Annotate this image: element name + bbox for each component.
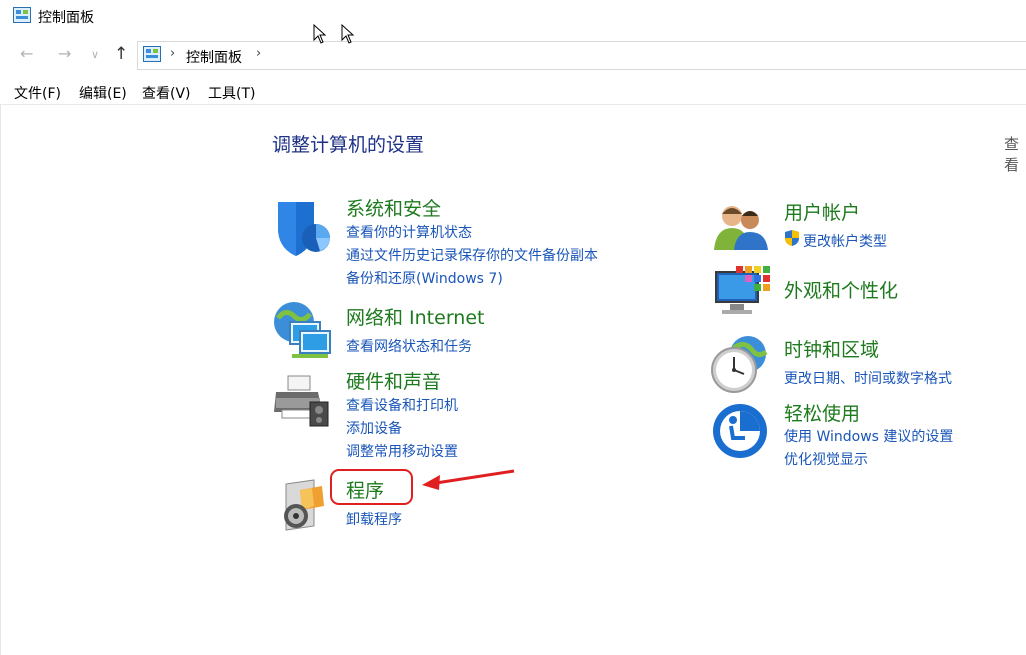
menu-bar: 文件(F) 编辑(E) 查看(V) 工具(T) [0,78,1026,105]
link-recommended-settings[interactable]: 使用 Windows 建议的设置 [784,426,953,446]
mouse-pointer-icon [341,24,355,44]
back-arrow-icon[interactable]: ← [20,44,33,63]
forward-arrow-icon[interactable]: → [58,44,71,63]
window-title: 控制面板 [38,10,94,26]
view-by-label[interactable]: 查看 [1004,133,1026,175]
ease-of-access-icon[interactable] [711,402,769,460]
programs-icon[interactable] [278,476,328,532]
breadcrumb-control-panel[interactable]: 控制面板 [186,47,242,67]
recent-locations-chevron-icon[interactable]: ∨ [91,48,99,61]
breadcrumb-chevron-icon[interactable]: › [170,46,175,61]
menu-edit[interactable]: 编辑(E) [79,83,127,103]
category-ease-of-access[interactable]: 轻松使用 [784,399,860,426]
breadcrumb-chevron-icon[interactable]: › [256,46,261,61]
link-add-device[interactable]: 添加设备 [346,418,402,438]
menu-file[interactable]: 文件(F) [14,83,61,103]
category-clock-region[interactable]: 时钟和区域 [784,335,879,362]
category-hardware-sound[interactable]: 硬件和声音 [346,367,441,394]
shield-icon[interactable] [274,198,332,258]
link-file-history-backup[interactable]: 通过文件历史记录保存你的文件备份副本 [346,245,598,265]
category-appearance-personalization[interactable]: 外观和个性化 [784,276,898,303]
link-uninstall-program[interactable]: 卸载程序 [346,509,402,529]
link-change-account-type[interactable]: 更改帐户类型 [803,231,887,251]
menu-view[interactable]: 查看(V) [142,83,191,103]
address-bar: ← → ∨ ↑ › 控制面板 › [0,38,1026,70]
link-view-computer-status[interactable]: 查看你的计算机状态 [346,222,472,242]
clock-globe-icon[interactable] [708,334,770,394]
control-panel-icon [143,46,161,62]
left-border [0,104,1,655]
title-bar: 控制面板 [0,0,1026,32]
link-mobility-settings[interactable]: 调整常用移动设置 [346,441,458,461]
link-network-status[interactable]: 查看网络状态和任务 [346,336,472,356]
users-icon[interactable] [712,202,772,252]
category-system-security[interactable]: 系统和安全 [346,194,441,221]
link-backup-restore[interactable]: 备份和还原(Windows 7) [346,268,503,288]
printer-icon[interactable] [272,374,332,430]
category-network-internet[interactable]: 网络和 Internet [346,303,484,330]
control-panel-icon [13,7,31,23]
link-change-date-time-format[interactable]: 更改日期、时间或数字格式 [784,368,952,388]
up-arrow-icon[interactable]: ↑ [114,44,128,64]
annotation-arrow-icon [422,469,515,490]
menu-tools[interactable]: 工具(T) [208,83,255,103]
display-icon[interactable] [712,264,772,322]
category-user-accounts[interactable]: 用户帐户 [784,198,860,225]
page-title: 调整计算机的设置 [272,134,425,156]
link-devices-printers[interactable]: 查看设备和打印机 [346,395,458,415]
network-icon[interactable] [272,298,334,360]
category-programs[interactable]: 程序 [346,476,384,503]
address-input[interactable]: › 控制面板 › [137,41,1026,70]
link-optimize-visual-display[interactable]: 优化视觉显示 [784,449,868,469]
uac-shield-icon [785,230,799,246]
mouse-pointer-icon [313,24,327,44]
